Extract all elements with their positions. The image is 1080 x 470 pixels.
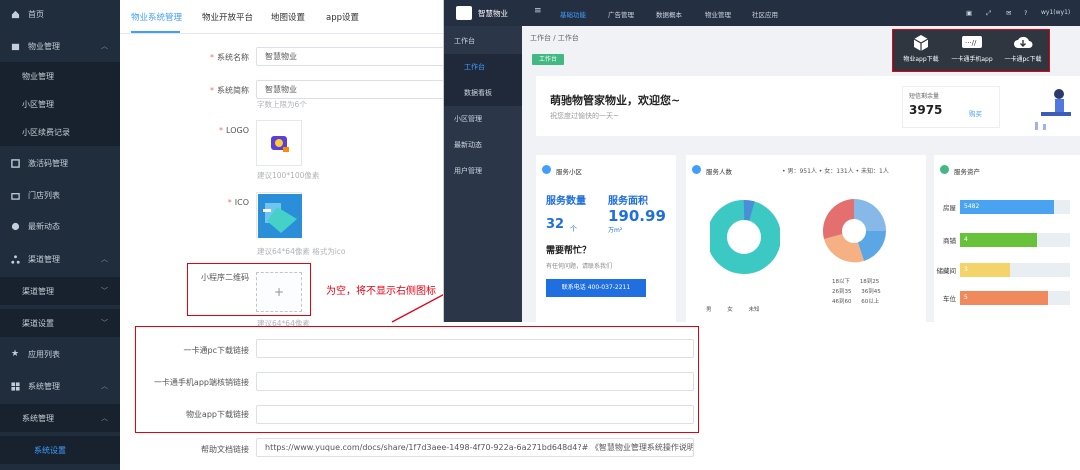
service-area-value: 190.99 (608, 207, 666, 225)
people-icon (692, 165, 701, 174)
asset-name: 车位 (943, 295, 956, 303)
preview-sidebar: 工作台 工作台 数据看板 小区管理 最新动态 用户管理 (444, 26, 522, 322)
download-label: 一卡通pc下载 (1004, 56, 1042, 63)
preview-side-item[interactable]: 最新动态 (444, 132, 522, 158)
asset-bar-track: 5482 (960, 200, 1070, 214)
age-legend-item: 60以上 (861, 299, 880, 305)
preview-nav-item[interactable]: 社区应用 (752, 9, 778, 19)
gender-legend-item: 男 (706, 307, 712, 313)
sms-buy-link[interactable]: 购买 (969, 108, 982, 118)
preview-side-item[interactable]: 用户管理 (444, 158, 522, 184)
download-icons-box: 物业app下载 ···// 一卡通手机app 一卡通pc下载 (892, 29, 1050, 72)
fullscreen-icon[interactable]: ⤢ (986, 9, 991, 18)
help-title: 需要帮忙？ (546, 246, 592, 256)
contact-phone-button[interactable]: 联系电话 400-037-2211 (546, 279, 646, 297)
page: 首页 物业管理 ︿ 物业管理 小区管理 小区续费记录 激活码管理 门店列表 最新… (0, 0, 1080, 470)
gender-legend-item: 女 (727, 307, 733, 313)
help-icon[interactable]: ? (1024, 9, 1027, 17)
card-title: 服务人数 (706, 168, 732, 176)
asset-bar-track: 3 (960, 263, 1070, 277)
preview-tag[interactable]: 工作台 (532, 54, 564, 65)
asset-name: 房屋 (943, 204, 956, 212)
age-legend-item: 26到35 (832, 289, 852, 295)
service-area-label: 服务面积 (608, 196, 648, 207)
asset-name: 储藏间 (936, 267, 957, 275)
download-label: 物业app下载 (903, 56, 939, 63)
download-label: 一卡通手机app (951, 56, 993, 63)
age-legend-item: 36到45 (861, 289, 881, 295)
age-donut-chart (822, 199, 886, 263)
gender-legend: • 男：951人 • 女：131人 • 未知：1人 (782, 168, 889, 175)
mail-icon[interactable]: ✉ (1006, 9, 1011, 17)
preview-brand: 智慧物业 (478, 9, 508, 18)
age-legend-item: 46到60 (832, 299, 852, 305)
mobile-app-icon: ···// (962, 36, 982, 48)
preview-nav-item[interactable]: 物业管理 (705, 9, 731, 19)
preview-side-item[interactable]: 数据看板 (444, 80, 522, 106)
age-legend: 18以下 18到25 26到35 36到45 46到60 60以上 (832, 277, 881, 307)
printer-icon[interactable]: ▣ (966, 9, 972, 17)
age-legend-item: 18以下 (832, 279, 850, 285)
card-title: 服务资产 (954, 168, 980, 176)
cloud-download-icon (1014, 36, 1033, 48)
asset-bar-track: 5 (960, 291, 1070, 305)
asset-bar: 5 (960, 291, 1048, 305)
gender-legend-bottom: 男 女 未知 (706, 305, 760, 313)
sms-label: 短信剩余量 (909, 93, 940, 100)
welcome-card: 萌驰物管家物业，欢迎您~ 祝您度过愉快的一天~ 短信剩余量 3975 购买 (536, 76, 1080, 136)
property-app-download[interactable]: 物业app下载 (896, 34, 946, 70)
assets-icon (940, 165, 949, 174)
card-mobile-app-download[interactable]: ···// 一卡通手机app (947, 34, 997, 70)
preview-nav-item[interactable]: 数据概本 (656, 9, 682, 19)
sms-value: 3975 (909, 103, 943, 117)
welcome-illustration (1035, 89, 1071, 130)
age-legend-item: 18到25 (859, 279, 880, 285)
service-count-label: 服务数量 (546, 196, 586, 207)
service-count-value: 32 (546, 217, 565, 232)
service-count-unit: 个 (570, 225, 577, 233)
svg-text:···//: ···// (965, 39, 977, 47)
asset-bar: 3 (960, 263, 1010, 277)
preview-nav-item[interactable]: 广告管理 (608, 9, 634, 19)
asset-bar: 5482 (960, 200, 1054, 214)
card-pc-download[interactable]: 一卡通pc下载 (998, 34, 1048, 70)
preview-breadcrumb: 工作台 / 工作台 (530, 34, 579, 42)
preview-nav-item[interactable]: 基础功能 (560, 9, 586, 19)
gender-donut-chart (710, 200, 780, 274)
preview-side-item[interactable]: 工作台 (444, 28, 522, 54)
community-icon (542, 165, 551, 174)
preview-logo (456, 6, 472, 20)
help-subtitle: 有任何问题，请联系我们 (546, 263, 613, 270)
sms-card: 短信剩余量 3975 购买 (902, 86, 1000, 128)
menu-icon[interactable]: ≡ (534, 6, 542, 16)
preview-side-item[interactable]: 小区管理 (444, 106, 522, 132)
card-title: 服务小区 (556, 168, 582, 176)
service-area-unit: 万m² (608, 227, 623, 234)
asset-name: 商铺 (943, 237, 956, 245)
service-community-card: 服务小区 服务数量 32 个 服务面积 190.99 万m² 需要帮忙？ 有任何… (536, 155, 676, 322)
preview-topbar: 智慧物业 ≡ 基础功能 广告管理 数据概本 物业管理 社区应用 ▣ ⤢ ✉ ? … (444, 0, 1080, 26)
gender-legend-item: 未知 (748, 307, 760, 313)
cube-icon (913, 35, 929, 51)
asset-bar-track: 4 (960, 233, 1070, 247)
welcome-title: 萌驰物管家物业，欢迎您~ (550, 94, 681, 107)
service-assets-card: 服务资产 房屋 5482 商铺 4 储藏间 3 车位 5 (934, 155, 1080, 322)
preview-side-item[interactable]: 工作台 (444, 54, 522, 80)
preview-user[interactable]: wy1(wy1) (1041, 9, 1070, 16)
asset-bar: 4 (960, 233, 1037, 247)
service-people-card: 服务人数 • 男：951人 • 女：131人 • 未知：1人 18以下 18到2… (686, 155, 926, 322)
welcome-subtitle: 祝您度过愉快的一天~ (550, 112, 619, 120)
